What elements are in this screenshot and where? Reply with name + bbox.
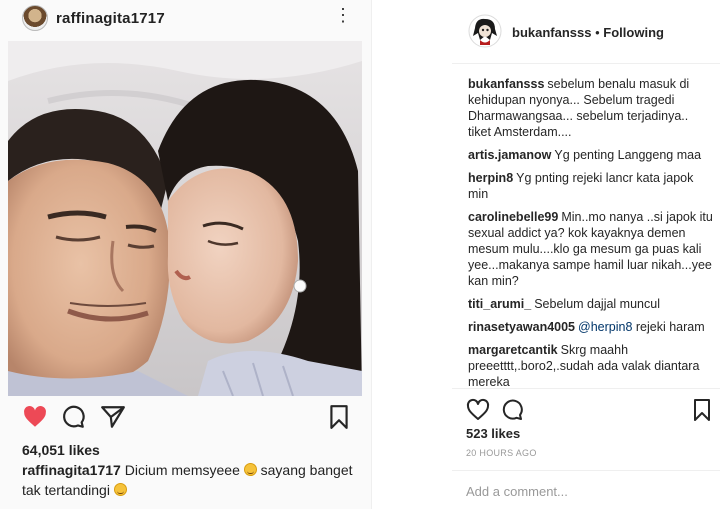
- add-comment-bar: [452, 470, 720, 509]
- comment-item: artis.jamanow Yg penting Langgeng maa: [468, 147, 714, 163]
- embedded-caption: raffinagita1717 Dicium memsyeee sayang b…: [22, 460, 362, 500]
- post-header: bukanfansss • Following: [452, 0, 720, 64]
- comment-username[interactable]: rinasetyawan4005: [468, 320, 575, 334]
- comment-icon: [63, 405, 85, 428]
- embedded-action-bar: [22, 404, 352, 432]
- caption-text-1: Dicium memsyeee: [124, 462, 240, 478]
- share-icon: [101, 406, 125, 428]
- more-icon: ⋮: [334, 5, 352, 25]
- comment-icon[interactable]: [500, 398, 524, 422]
- caption-text-3: tak tertandingi: [22, 482, 110, 498]
- comment-username[interactable]: margaretcantik: [468, 343, 558, 357]
- comment-item: margaretcantik Skrg maahh preeetttt,.boro…: [468, 342, 714, 390]
- comment-text: Sebelum dajjal muncul: [534, 297, 660, 311]
- caption-text-2: sayang banget: [260, 462, 353, 478]
- avatar[interactable]: [468, 14, 502, 48]
- comment-text: Yg penting Langgeng maa: [554, 148, 702, 162]
- header-user-line: bukanfansss • Following: [512, 25, 664, 40]
- embedded-likes-count: 64,051 likes: [22, 442, 100, 458]
- comment-item: rinasetyawan4005 @herpin8 rejeki haram: [468, 319, 714, 335]
- add-comment-input[interactable]: [466, 481, 706, 501]
- embedded-post-screenshot: raffinagita1717 ⋮ 64,051 likes raffinagi…: [0, 0, 372, 509]
- comment-item: titi_arumi_ Sebelum dajjal muncul: [468, 296, 714, 312]
- embedded-avatar: [22, 5, 48, 31]
- bookmark-icon[interactable]: [690, 398, 714, 422]
- smiling-face-icon: [243, 463, 257, 476]
- following-button[interactable]: Following: [603, 25, 664, 40]
- comment-item: herpin8 Yg pnting rejeki lancr kata japok…: [468, 170, 714, 202]
- comment-username[interactable]: artis.jamanow: [468, 148, 551, 162]
- bookmark-icon: [330, 405, 348, 429]
- comment-username[interactable]: herpin8: [468, 171, 513, 185]
- header-username[interactable]: bukanfansss: [512, 25, 591, 40]
- separator-dot: •: [595, 25, 600, 40]
- comment-mention-link[interactable]: @herpin8: [578, 320, 632, 334]
- comment-item: carolinebelle99 Min..mo nanya ..si japok …: [468, 209, 714, 289]
- comment-text: rejeki haram: [635, 320, 705, 334]
- smiling-face-icon: [113, 483, 127, 496]
- embedded-username: raffinagita1717: [56, 10, 165, 27]
- caption-username: raffinagita1717: [22, 462, 121, 478]
- embedded-post-header: raffinagita1717 ⋮: [0, 0, 372, 38]
- comment-username[interactable]: titi_arumi_: [468, 297, 531, 311]
- post-sidebar: bukanfansss • Following bukanfansss sebel…: [452, 0, 720, 509]
- comments-list[interactable]: bukanfansss sebelum benalu masuk di kehid…: [468, 76, 714, 390]
- comment-username[interactable]: carolinebelle99: [468, 210, 558, 224]
- heart-icon[interactable]: [466, 398, 490, 422]
- comment-item: bukanfansss sebelum benalu masuk di kehid…: [468, 76, 714, 140]
- heart-icon: [24, 406, 46, 427]
- likes-count[interactable]: 523 likes: [466, 426, 520, 441]
- post-photo: [8, 41, 362, 396]
- post-timestamp[interactable]: 20 HOURS AGO: [466, 448, 537, 458]
- comment-username[interactable]: bukanfansss: [468, 77, 544, 91]
- user-avatar-image: [468, 14, 502, 48]
